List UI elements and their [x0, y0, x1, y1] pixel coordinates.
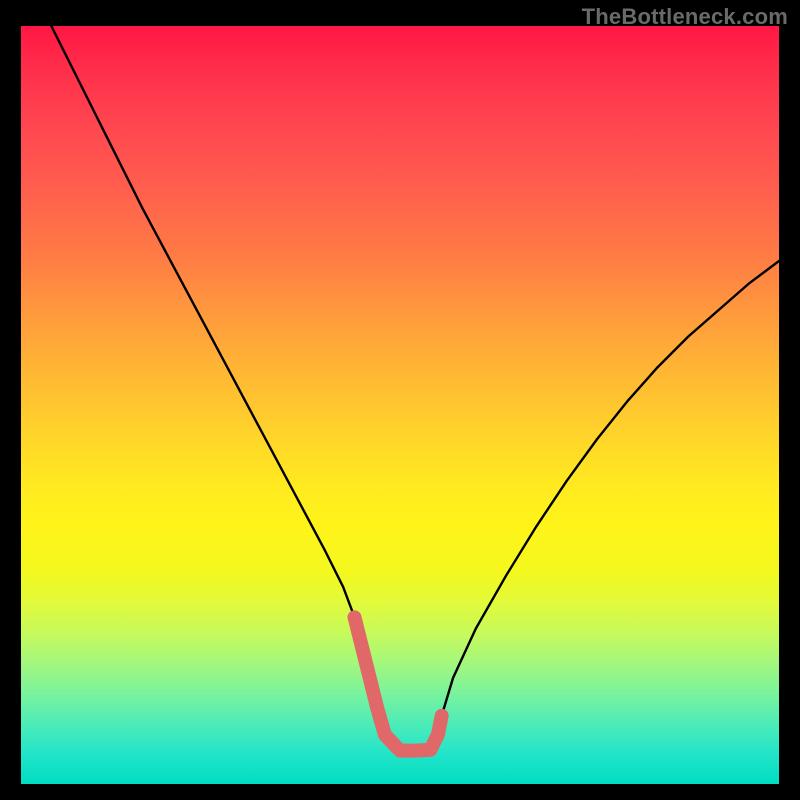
- highlight-segment: [355, 617, 442, 750]
- curve-layer: [21, 26, 779, 784]
- plot-area: [21, 26, 779, 784]
- chart-frame: TheBottleneck.com: [0, 0, 800, 800]
- bottleneck-curve: [51, 26, 779, 751]
